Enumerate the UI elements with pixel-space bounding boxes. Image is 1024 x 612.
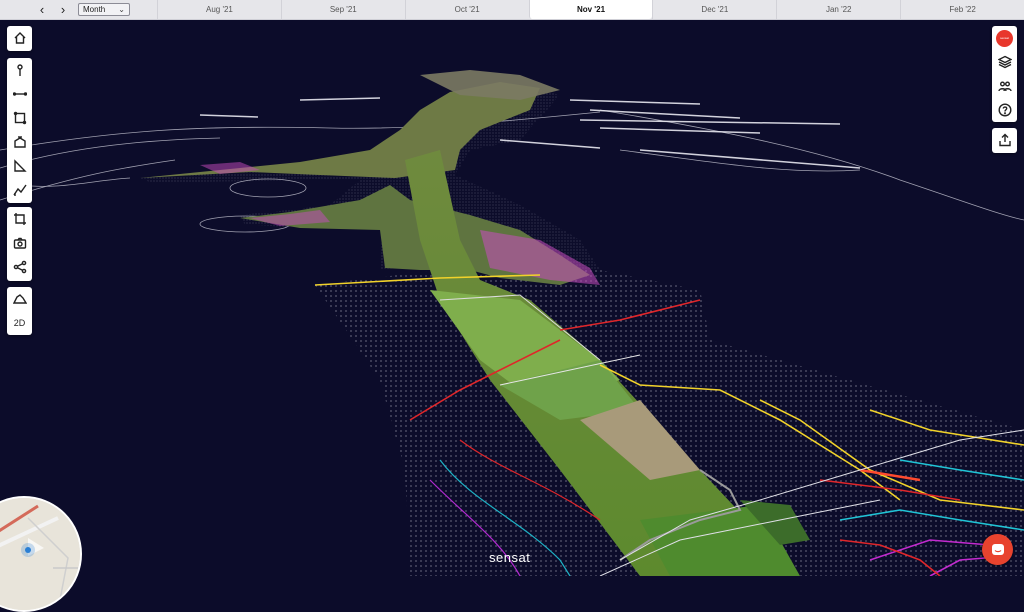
month-tab-aug-21[interactable]: Aug '21 bbox=[157, 0, 281, 19]
camera-icon bbox=[13, 237, 26, 249]
home-button[interactable] bbox=[8, 26, 32, 50]
pin-tool-button[interactable] bbox=[8, 58, 32, 82]
line-measure-button[interactable] bbox=[8, 82, 32, 106]
point-cloud-viewport[interactable] bbox=[0, 19, 1024, 576]
month-tab-sep-21[interactable]: Sep '21 bbox=[280, 0, 405, 19]
line-measure-icon bbox=[12, 92, 27, 96]
volume-icon bbox=[13, 136, 26, 148]
chevron-right-icon: › bbox=[60, 2, 66, 17]
terrain-icon bbox=[12, 294, 27, 304]
height-measure-button[interactable] bbox=[8, 154, 32, 178]
next-period-button[interactable]: › bbox=[54, 0, 72, 19]
angle-measure-icon bbox=[13, 159, 27, 172]
crop-button[interactable] bbox=[8, 207, 32, 231]
timeline-bar: ‹ › Month ⌄ Aug '21 Sep '21 Oct '21 Nov … bbox=[0, 0, 1024, 20]
period-select-value: Month bbox=[83, 5, 106, 14]
home-toolbar bbox=[7, 26, 32, 51]
upload-button[interactable] bbox=[993, 128, 1017, 152]
toggle-2d-label: 2D bbox=[13, 318, 26, 328]
layers-button[interactable] bbox=[993, 50, 1017, 74]
upload-icon bbox=[998, 133, 1011, 147]
period-select[interactable]: Month ⌄ bbox=[78, 3, 130, 16]
layers-icon bbox=[997, 55, 1012, 69]
share-icon bbox=[13, 260, 26, 274]
view-toolbar: 2D bbox=[7, 287, 32, 335]
toggle-2d-button[interactable]: 2D bbox=[8, 311, 32, 335]
area-measure-icon bbox=[13, 111, 26, 125]
users-icon bbox=[997, 81, 1012, 92]
brand-badge-text: sensat bbox=[1000, 36, 1009, 40]
help-button[interactable] bbox=[993, 98, 1017, 122]
pin-icon bbox=[16, 64, 23, 76]
month-tab-feb-22[interactable]: Feb '22 bbox=[900, 0, 1024, 19]
elevation-profile-icon bbox=[12, 184, 27, 196]
home-icon bbox=[14, 32, 25, 44]
brand-logo: sensat bbox=[996, 29, 1013, 47]
month-tab-jan-22[interactable]: Jan '22 bbox=[776, 0, 900, 19]
share-button[interactable] bbox=[8, 255, 32, 279]
terrain-view-button[interactable] bbox=[8, 287, 32, 311]
help-icon bbox=[997, 103, 1012, 117]
capture-toolbar bbox=[7, 207, 32, 281]
chat-icon bbox=[991, 543, 1004, 555]
chevron-down-icon: ⌄ bbox=[118, 5, 125, 14]
area-measure-button[interactable] bbox=[8, 106, 32, 130]
layers-toolbar: sensat bbox=[992, 26, 1017, 122]
brand-watermark: sensat bbox=[489, 550, 531, 565]
export-toolbar bbox=[992, 128, 1017, 153]
screenshot-button[interactable] bbox=[8, 231, 32, 255]
month-tab-dec-21[interactable]: Dec '21 bbox=[652, 0, 776, 19]
chevron-left-icon: ‹ bbox=[39, 2, 45, 17]
profile-tool-button[interactable] bbox=[8, 178, 32, 202]
month-tab-nov-21[interactable]: Nov '21 bbox=[528, 0, 653, 19]
volume-measure-button[interactable] bbox=[8, 130, 32, 154]
previous-period-button[interactable]: ‹ bbox=[33, 0, 51, 19]
support-chat-button[interactable] bbox=[982, 534, 1013, 565]
month-tabs: Aug '21 Sep '21 Oct '21 Nov '21 Dec '21 … bbox=[157, 0, 1024, 19]
crop-icon bbox=[13, 213, 26, 225]
month-tab-oct-21[interactable]: Oct '21 bbox=[404, 0, 529, 19]
brand-badge-button[interactable]: sensat bbox=[993, 26, 1017, 50]
collaborators-button[interactable] bbox=[993, 74, 1017, 98]
measure-toolbar bbox=[7, 58, 32, 203]
